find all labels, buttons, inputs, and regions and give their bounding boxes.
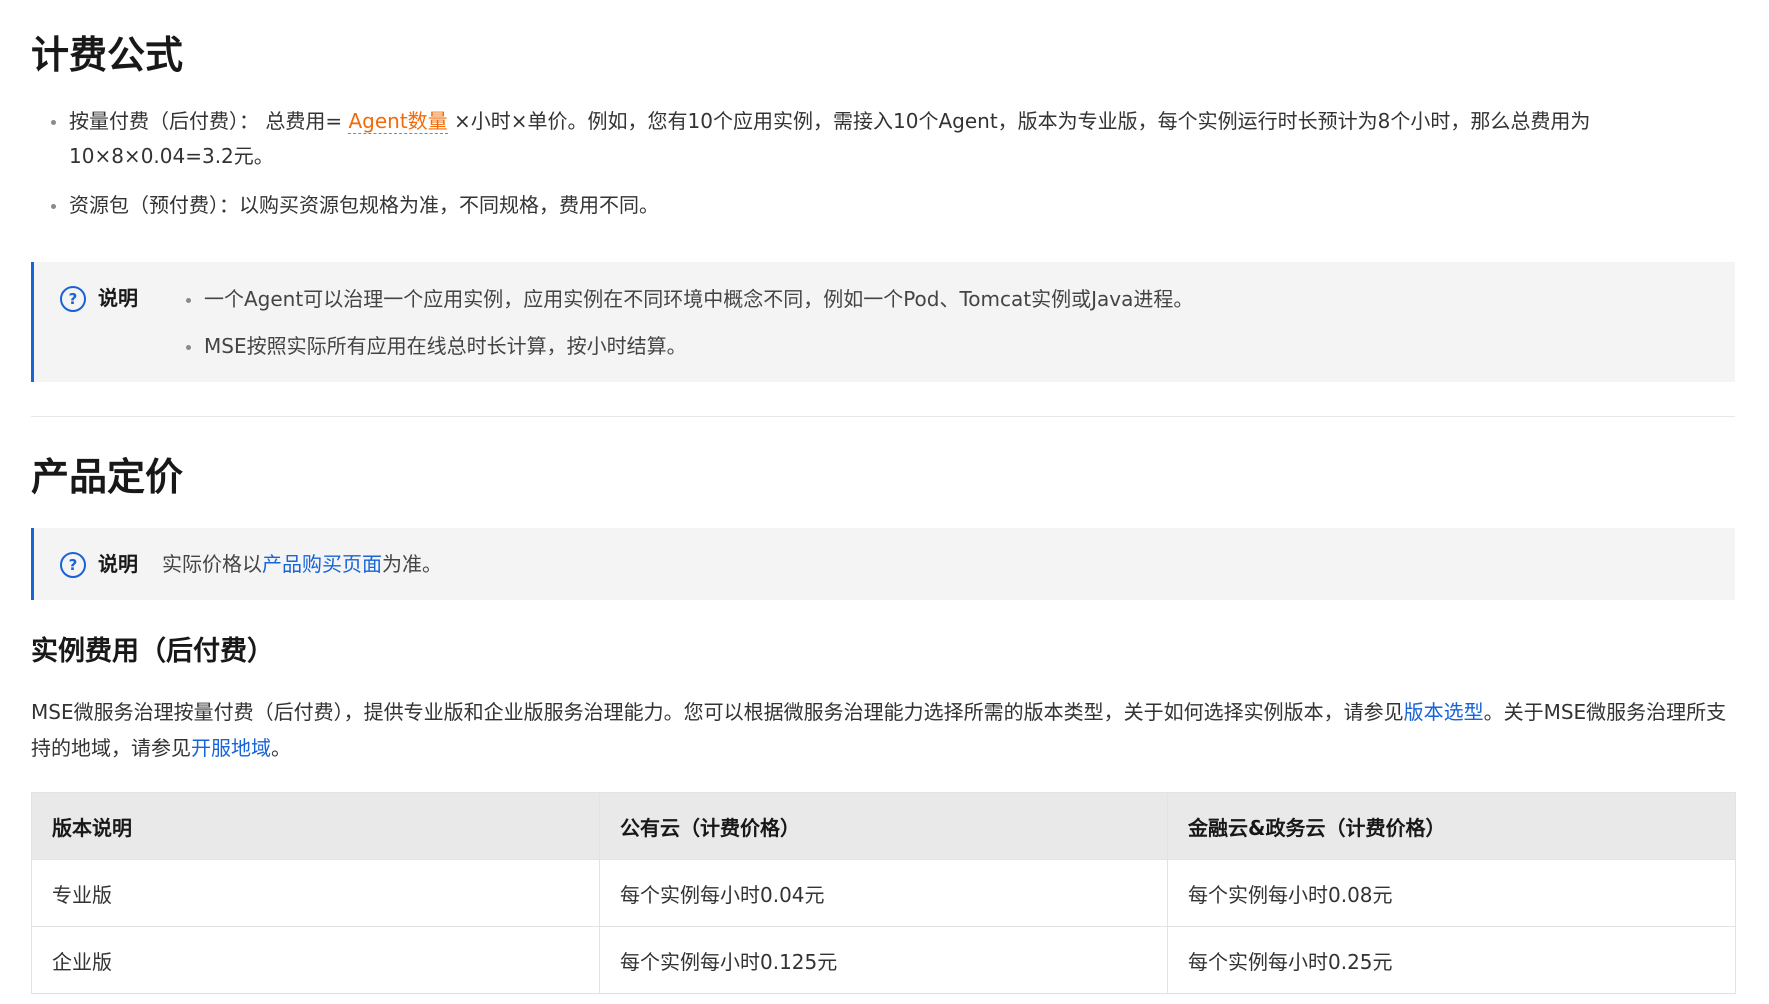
billing-formula-list: 按量付费（后付费）： 总费用= Agent数量 ×小时×单价。例如，您有10个应… xyxy=(31,104,1735,223)
agent-count-term-link[interactable]: Agent数量 xyxy=(348,109,448,134)
supported-regions-link[interactable]: 开服地域 xyxy=(191,736,271,760)
note-text: 实际价格以产品购买页面为准。 xyxy=(162,552,442,576)
table-cell: 专业版 xyxy=(31,859,600,927)
table-header-cell: 版本说明 xyxy=(31,792,600,860)
product-purchase-page-link[interactable]: 产品购买页面 xyxy=(262,552,382,576)
version-selection-link[interactable]: 版本选型 xyxy=(1404,700,1484,724)
note-list-item: 一个Agent可以治理一个应用实例，应用实例在不同环境中概念不同，例如一个Pod… xyxy=(166,282,1193,317)
note-box: ? 说明 实际价格以产品购买页面为准。 xyxy=(31,528,1735,600)
note-label: 说明 xyxy=(98,286,138,310)
subsection-title-instance-fees: 实例费用（后付费） xyxy=(31,636,274,667)
instance-fees-paragraph: MSE微服务治理按量付费（后付费），提供专业版和企业版服务治理能力。您可以根据微… xyxy=(31,700,1727,760)
table-cell: 每个实例每小时0.25元 xyxy=(1167,926,1736,994)
page: 计费公式 按量付费（后付费）： 总费用= Agent数量 ×小时×单价。例如，您… xyxy=(0,0,1769,1004)
section-title-product-pricing: 产品定价 xyxy=(31,455,184,499)
table-header-cell: 公有云（计费价格） xyxy=(599,792,1168,860)
question-circle-icon: ? xyxy=(60,286,86,312)
table-cell: 每个实例每小时0.08元 xyxy=(1167,859,1736,927)
table-cell: 企业版 xyxy=(31,926,600,994)
table-cell: 每个实例每小时0.125元 xyxy=(599,926,1168,994)
table-cell: 每个实例每小时0.04元 xyxy=(599,859,1168,927)
pricing-table: 版本说明 公有云（计费价格） 金融云&政务云（计费价格） 专业版 每个实例每小时… xyxy=(31,792,1736,994)
section-title-billing-formula: 计费公式 xyxy=(31,33,184,77)
table-row: 企业版 每个实例每小时0.125元 每个实例每小时0.25元 xyxy=(31,926,1736,994)
table-header-cell: 金融云&政务云（计费价格） xyxy=(1167,792,1736,860)
note-label: 说明 xyxy=(98,552,138,576)
note-list-item: MSE按照实际所有应用在线总时长计算，按小时结算。 xyxy=(166,329,1193,364)
table-header-row: 版本说明 公有云（计费价格） 金融云&政务云（计费价格） xyxy=(31,792,1736,860)
section-divider xyxy=(31,416,1735,417)
list-item-pay-as-you-go: 按量付费（后付费）： 总费用= Agent数量 ×小时×单价。例如，您有10个应… xyxy=(31,104,1735,174)
table-row: 专业版 每个实例每小时0.04元 每个实例每小时0.08元 xyxy=(31,859,1736,927)
question-circle-icon: ? xyxy=(60,552,86,578)
note-list: 一个Agent可以治理一个应用实例，应用实例在不同环境中概念不同，例如一个Pod… xyxy=(166,282,1193,364)
note-box: ? 说明 一个Agent可以治理一个应用实例，应用实例在不同环境中概念不同，例如… xyxy=(31,262,1735,382)
list-item-resource-package: 资源包（预付费）：以购买资源包规格为准，不同规格，费用不同。 xyxy=(31,188,1735,223)
